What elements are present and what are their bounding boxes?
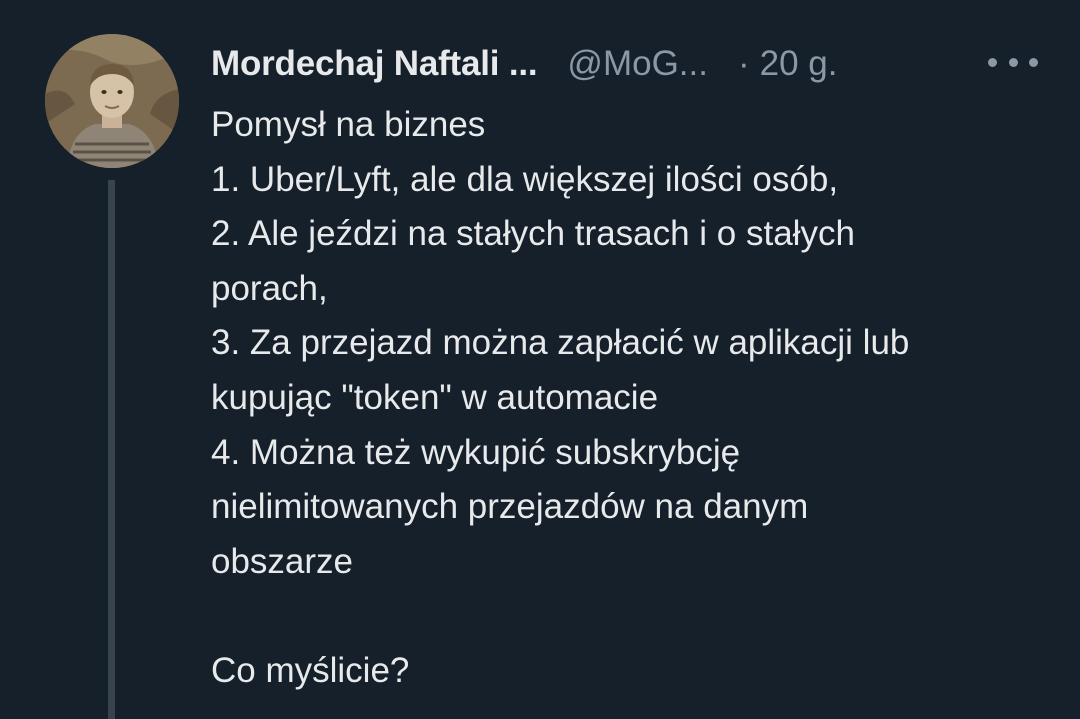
tweet-line: 1. Uber/Lyft, ale dla większej ilości os… [211,159,839,199]
more-dot-1 [988,57,997,67]
tweet-line: porach, [211,268,328,308]
tweet-line: 4. Można też wykupić subskrybcję [211,432,741,472]
tweet-line: nielimitowanych przejazdów na danym [211,487,809,527]
more-dot-3 [1029,57,1038,67]
avatar-photo-icon [45,34,179,168]
timestamp[interactable]: 20 g. [760,44,838,84]
author-handle[interactable]: @MoG... [567,44,708,84]
tweet-line: kupując "token" w automacie [211,377,659,417]
thread-line [108,180,115,719]
author-display-name[interactable]: Mordechaj Naftali ... [211,44,538,84]
avatar[interactable] [45,34,179,168]
tweet-text: Pomysł na biznes 1. Uber/Lyft, ale dla w… [211,98,1061,699]
tweet-line: obszarze [211,541,354,581]
separator-dot: · [737,44,750,83]
tweet-header: Mordechaj Naftali ... @MoG... · 20 g. [211,40,837,88]
more-dot-2 [1008,57,1018,67]
more-options-icon[interactable] [988,50,1038,74]
tweet-line: 2. Ale jeździ na stałych trasach i o sta… [211,214,855,254]
tweet-line: Co myślicie? [211,650,410,690]
tweet-line: 3. Za przejazd można zapłacić w aplikacj… [211,323,910,363]
tweet-line: Pomysł na biznes [211,105,486,144]
tweet-card[interactable]: Mordechaj Naftali ... @MoG... · 20 g. Po… [0,0,1080,719]
